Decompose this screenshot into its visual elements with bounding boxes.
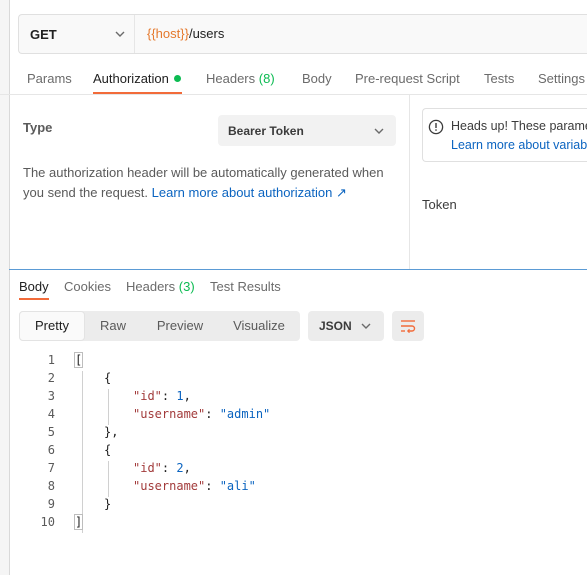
line-number: 3 [47, 389, 55, 403]
panel-divider [409, 95, 410, 269]
headsup-banner: Heads up! These parame Learn more about … [422, 108, 587, 162]
tab-headers-label: Headers [206, 71, 256, 86]
view-mode-visualize[interactable]: Visualize [223, 311, 295, 341]
code-text: { [104, 371, 112, 385]
response-divider[interactable] [9, 269, 587, 270]
url-path: /users [188, 26, 225, 41]
line-number: 2 [47, 371, 55, 385]
code-line: 7 "id": 2, [0, 461, 587, 479]
code-line: 3 "id": 1, [0, 389, 587, 407]
json-key: "id" [133, 461, 162, 475]
wrap-lines-icon [401, 320, 416, 333]
json-key: "id" [133, 389, 162, 403]
token-label: Token [422, 197, 457, 212]
line-number: 4 [47, 407, 55, 421]
line-number: 1 [47, 353, 55, 367]
active-indicator-dot [173, 75, 181, 82]
request-tabs: Params Authorization Headers (8) Body Pr… [0, 68, 587, 95]
code-line: 10 ] [0, 514, 587, 533]
response-tab-test-results[interactable]: Test Results [210, 279, 281, 294]
tab-params[interactable]: Params [27, 71, 72, 86]
active-tab-underline [93, 92, 182, 94]
request-bar: GET {{host}}/users [18, 14, 587, 54]
headsup-title: Heads up! These parame [451, 119, 587, 133]
view-mode-raw[interactable]: Raw [85, 311, 141, 341]
view-mode-toggle: Pretty Raw Preview Visualize [19, 311, 300, 341]
line-number: 8 [47, 479, 55, 493]
auth-description: The authorization header will be automat… [23, 163, 398, 203]
method-select[interactable]: GET [19, 15, 135, 53]
response-tab-headers-count: (3) [178, 279, 195, 294]
line-number: 10 [40, 515, 55, 529]
json-string: "admin" [219, 407, 271, 421]
code-text: "username": "ali" [133, 479, 256, 493]
tab-body[interactable]: Body [302, 71, 332, 86]
json-number: 1 [176, 389, 184, 403]
code-line: 2 { [0, 371, 587, 389]
code-line: 8 "username": "ali" [0, 479, 587, 497]
view-mode-preview[interactable]: Preview [145, 311, 215, 341]
json-sep: : [161, 389, 177, 403]
code-line: 9 } [0, 497, 587, 515]
code-text: }, [104, 425, 119, 439]
wrap-lines-button[interactable] [392, 311, 424, 341]
code-text: { [104, 443, 112, 457]
chevron-down-icon [115, 31, 125, 37]
json-sep: : [161, 461, 177, 475]
tab-settings[interactable]: Settings [538, 71, 585, 86]
json-tail: , [183, 389, 191, 403]
line-number: 7 [47, 461, 55, 475]
code-text: "username": "admin" [133, 407, 270, 421]
json-number: 2 [176, 461, 184, 475]
json-string: "ali" [219, 479, 256, 493]
response-tab-headers-label: Headers [126, 279, 176, 294]
format-select[interactable]: JSON [308, 311, 384, 341]
view-mode-pretty[interactable]: Pretty [19, 311, 85, 341]
response-tab-headers[interactable]: Headers (3) [126, 279, 195, 294]
info-icon [428, 119, 444, 135]
response-tab-body[interactable]: Body [19, 279, 49, 294]
auth-type-value: Bearer Token [228, 124, 304, 138]
json-sep: : [205, 407, 220, 421]
code-text: "id": 2, [133, 461, 191, 475]
code-text: ] [73, 514, 84, 530]
tab-authorization[interactable]: Authorization [93, 71, 181, 86]
tab-prerequest-script[interactable]: Pre-request Script [355, 71, 460, 86]
json-sep: : [205, 479, 220, 493]
url-input[interactable]: {{host}}/users [147, 26, 224, 41]
tab-headers-count: (8) [258, 71, 275, 86]
code-text: [ [73, 352, 84, 368]
learn-more-authorization-link[interactable]: Learn more about authorization ↗ [152, 185, 347, 200]
response-tab-cookies[interactable]: Cookies [64, 279, 111, 294]
json-tail: , [183, 461, 191, 475]
code-text: "id": 1, [133, 389, 191, 403]
auth-type-select[interactable]: Bearer Token [218, 115, 396, 146]
code-line: 1 [ [0, 352, 587, 371]
code-line: 5 }, [0, 425, 587, 443]
line-number: 6 [47, 443, 55, 457]
json-key: "username" [133, 407, 206, 421]
response-active-tab-underline [19, 298, 49, 300]
tab-authorization-label: Authorization [93, 71, 169, 86]
auth-type-label: Type [23, 120, 53, 135]
chevron-down-icon [361, 323, 371, 329]
url-host-variable: {{host}} [147, 26, 189, 41]
code-line: 6 { [0, 443, 587, 461]
format-value: JSON [319, 319, 352, 333]
json-key: "username" [133, 479, 206, 493]
line-number: 9 [47, 497, 55, 511]
chevron-down-icon [374, 128, 384, 134]
learn-more-variables-link[interactable]: Learn more about variab [451, 138, 587, 152]
code-text: } [104, 497, 112, 511]
tab-tests[interactable]: Tests [484, 71, 514, 86]
method-label: GET [30, 27, 57, 42]
tab-headers[interactable]: Headers (8) [206, 71, 275, 86]
line-number: 5 [47, 425, 55, 439]
code-line: 4 "username": "admin" [0, 407, 587, 425]
